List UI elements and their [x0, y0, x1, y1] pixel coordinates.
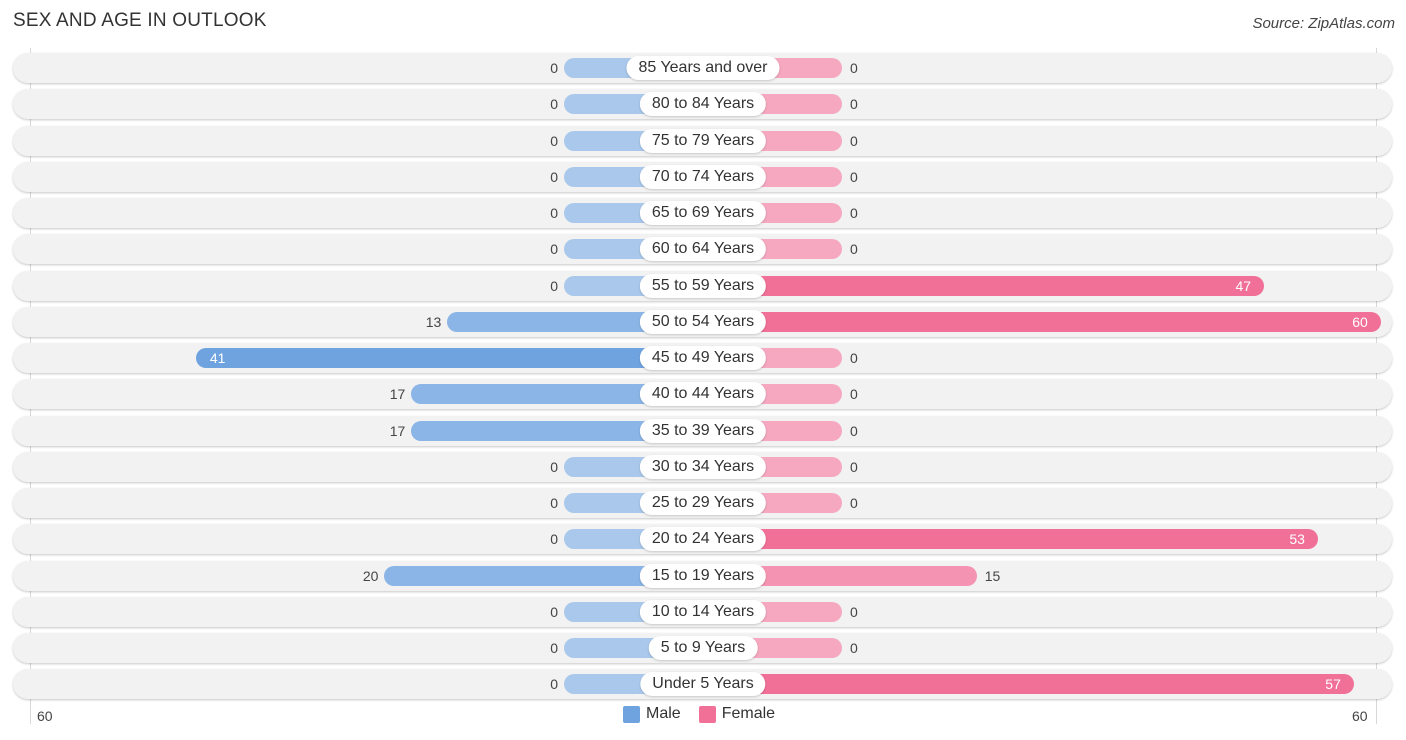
value-label-male: 41 [209, 350, 226, 366]
category-label: 75 to 79 Years [639, 129, 767, 153]
legend-label-female: Female [721, 705, 776, 722]
legend-item-female[interactable]: Female [698, 705, 776, 723]
source-label: Source: ZipAtlas.com [1252, 15, 1395, 32]
category-label: 55 to 59 Years [639, 274, 767, 298]
chart-title: SEX AND AGE IN OUTLOOK [13, 10, 267, 31]
value-label-female: 60 [1352, 314, 1368, 330]
bar-female[interactable] [703, 276, 1265, 296]
value-label-female: 15 [984, 568, 1001, 584]
bar-female[interactable] [703, 529, 1318, 549]
value-label-male: 17 [389, 423, 406, 439]
value-label-male: 17 [389, 386, 406, 402]
value-label-female: 0 [850, 60, 858, 76]
bar-female[interactable] [703, 674, 1354, 694]
value-label-male: 20 [362, 568, 379, 584]
value-label-male: 0 [550, 133, 558, 149]
category-label: 80 to 84 Years [639, 92, 767, 116]
legend-item-male[interactable]: Male [623, 705, 681, 723]
axis-label-left: 60 [37, 708, 53, 724]
value-label-male: 0 [550, 604, 558, 620]
value-label-male: 0 [550, 676, 558, 692]
category-label: 70 to 74 Years [639, 165, 767, 189]
value-label-male: 0 [550, 459, 558, 475]
value-label-male: 0 [550, 278, 558, 294]
value-label-female: 53 [1289, 531, 1305, 547]
legend-swatch-male [623, 705, 640, 723]
category-label: 35 to 39 Years [639, 419, 767, 443]
value-label-female: 0 [850, 640, 858, 656]
value-label-female: 0 [850, 241, 858, 257]
value-label-male: 13 [425, 314, 442, 330]
value-label-female: 0 [850, 350, 858, 366]
category-label: 10 to 14 Years [639, 600, 767, 624]
value-label-female: 47 [1235, 278, 1252, 294]
value-label-female: 0 [850, 169, 858, 185]
axis-label-right: 60 [1352, 708, 1368, 724]
category-label: 5 to 9 Years [648, 636, 758, 660]
value-label-male: 0 [550, 169, 558, 185]
value-label-male: 0 [550, 205, 558, 221]
bar-male[interactable] [195, 348, 703, 368]
value-label-female: 0 [850, 604, 858, 620]
category-label: 85 Years and over [626, 56, 780, 80]
value-label-male: 0 [550, 60, 558, 76]
legend-swatch-female [698, 705, 716, 723]
value-label-female: 0 [850, 423, 858, 439]
category-label: 60 to 64 Years [639, 237, 767, 261]
value-label-female: 0 [850, 495, 858, 511]
category-label: 50 to 54 Years [639, 310, 767, 334]
category-label: 30 to 34 Years [639, 455, 767, 479]
value-label-female: 0 [850, 96, 858, 112]
value-label-female: 0 [850, 133, 858, 149]
category-label: 65 to 69 Years [639, 201, 767, 225]
category-label: 15 to 19 Years [639, 564, 767, 588]
legend: Male Female [623, 705, 785, 723]
value-label-male: 0 [550, 495, 558, 511]
value-label-female: 0 [850, 459, 858, 475]
value-label-female: 0 [850, 386, 858, 402]
category-label: Under 5 Years [640, 672, 766, 696]
value-label-male: 0 [550, 640, 558, 656]
value-label-female: 0 [850, 205, 858, 221]
value-label-male: 0 [550, 531, 558, 547]
value-label-female: 57 [1325, 676, 1341, 692]
bar-female[interactable] [703, 312, 1381, 332]
category-label: 20 to 24 Years [639, 527, 767, 551]
category-label: 25 to 29 Years [639, 491, 767, 515]
value-label-male: 0 [550, 96, 558, 112]
category-label: 40 to 44 Years [639, 382, 767, 406]
legend-label-male: Male [646, 705, 681, 722]
value-label-male: 0 [550, 241, 558, 257]
category-label: 45 to 49 Years [639, 346, 767, 370]
